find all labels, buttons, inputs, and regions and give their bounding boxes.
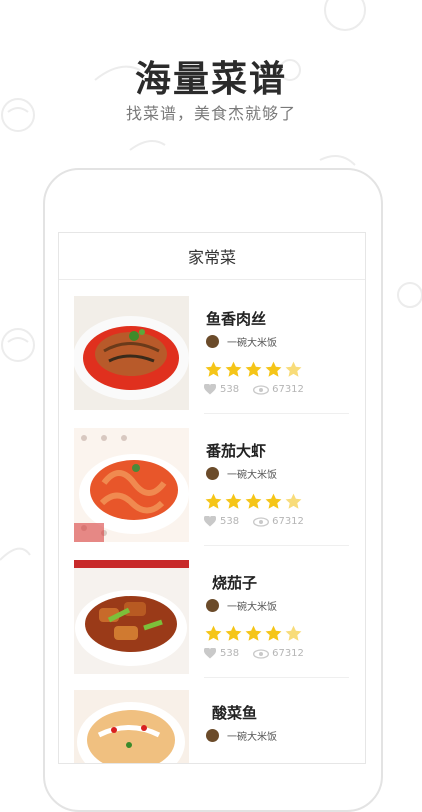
star-icon [265,493,282,509]
rating-stars [204,492,304,511]
heart-icon [204,648,216,659]
recipe-author[interactable]: 一碗大米饭 [206,334,277,349]
recipe-author[interactable]: 一碗大米饭 [206,728,277,743]
star-icon [205,625,222,641]
recipe-stats: 538 67312 [204,648,304,659]
star-icon [205,361,222,377]
avatar [206,335,219,348]
recipe-info: 鱼香肉丝 一碗大米饭 538 67312 [204,296,349,412]
recipe-title: 烧茄子 [212,574,258,592]
recipe-image-shao-qiezi [74,560,189,674]
recipe-title: 鱼香肉丝 [206,310,267,328]
star-half-icon [285,625,302,641]
rating-stars [204,360,304,379]
item-divider [204,677,349,678]
star-icon [205,493,222,509]
item-divider [204,413,349,414]
author-name: 一碗大米饭 [227,732,277,743]
recipe-author[interactable]: 一碗大米饭 [206,598,277,613]
eye-icon [253,648,270,659]
recipe-stats: 538 67312 [204,516,304,527]
recipe-image-yuxiang-rousi [74,296,189,410]
star-icon [265,361,282,377]
recipe-item[interactable]: 烧茄子 一碗大米饭 538 67312 [74,560,349,678]
star-half-icon [285,361,302,377]
view-count: 67312 [272,384,304,395]
page-headline: 海量菜谱 [134,59,287,100]
author-name: 一碗大米饭 [227,470,277,481]
heart-icon [204,516,216,527]
recipe-image-fanqie-daxia [74,428,189,542]
star-icon [225,493,242,509]
recipe-info: 烧茄子 一碗大米饭 538 67312 [204,560,349,676]
recipe-author[interactable]: 一碗大米饭 [206,466,277,481]
avatar [206,729,219,742]
recipe-title: 酸菜鱼 [212,704,258,722]
author-name: 一碗大米饭 [227,602,277,613]
page-subtitle: 找菜谱，美食杰就够了 [125,104,296,123]
eye-icon [253,516,270,527]
avatar [206,599,219,612]
recipe-info: 酸菜鱼 一碗大米饭 [204,690,349,763]
recipe-image-suancai-yu [74,690,189,763]
app-screen: 家常菜 鱼香肉丝 一碗大米饭 538 67312 番茄大虾 一碗大米饭 538 … [58,232,366,764]
nav-title: 家常菜 [187,248,236,267]
nav-bar: 家常菜 [59,233,365,280]
heart-icon [204,384,216,395]
rating-stars [204,624,304,643]
author-name: 一碗大米饭 [227,338,277,349]
recipe-info: 番茄大虾 一碗大米饭 538 67312 [204,428,349,544]
star-icon [245,493,262,509]
recipe-item[interactable]: 酸菜鱼 一碗大米饭 [74,690,349,763]
eye-icon [253,384,270,395]
like-count: 538 [220,384,240,395]
recipe-title: 番茄大虾 [206,442,267,460]
avatar [206,467,219,480]
recipe-stats: 538 67312 [204,384,304,395]
recipe-item[interactable]: 鱼香肉丝 一碗大米饭 538 67312 [74,296,349,414]
star-icon [245,361,262,377]
like-count: 538 [220,648,240,659]
star-icon [245,625,262,641]
item-divider [204,545,349,546]
star-icon [225,361,242,377]
star-icon [225,625,242,641]
like-count: 538 [220,516,240,527]
recipe-item[interactable]: 番茄大虾 一碗大米饭 538 67312 [74,428,349,546]
view-count: 67312 [272,516,304,527]
star-half-icon [285,493,302,509]
star-icon [265,625,282,641]
view-count: 67312 [272,648,304,659]
